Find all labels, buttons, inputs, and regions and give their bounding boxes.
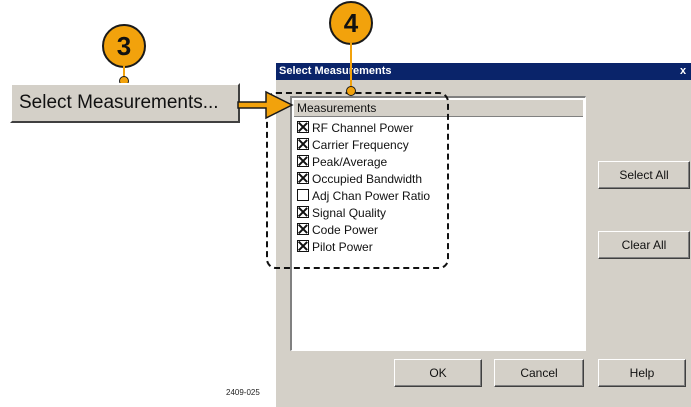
pointer-arrow-icon <box>237 90 294 120</box>
step-4-pointer <box>350 43 352 89</box>
select-all-button[interactable]: Select All <box>598 161 690 189</box>
ok-button[interactable]: OK <box>394 359 482 387</box>
step-4-pointer-dot <box>346 86 356 96</box>
figure-id: 2409-025 <box>226 388 260 397</box>
select-measurements-button[interactable]: Select Measurements... <box>10 83 240 123</box>
step-3-badge: 3 <box>102 24 146 68</box>
dialog-title: Select Measurements <box>276 63 691 80</box>
clear-all-button[interactable]: Clear All <box>598 231 690 259</box>
help-button[interactable]: Help <box>598 359 686 387</box>
step-4-badge: 4 <box>329 1 373 45</box>
cancel-button[interactable]: Cancel <box>494 359 584 387</box>
close-icon[interactable]: x <box>677 63 689 80</box>
